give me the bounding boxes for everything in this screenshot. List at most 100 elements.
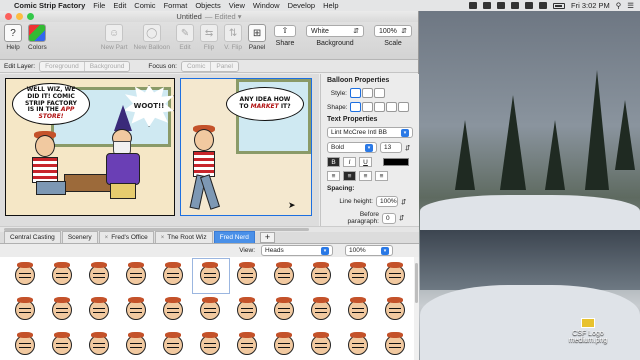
font-size-field[interactable]: 13 [380, 142, 402, 153]
clock[interactable]: Fri 3:02 PM [571, 1, 610, 10]
tab-freds-office[interactable]: × Fred's Office [98, 231, 154, 243]
head-thumbnail[interactable] [156, 329, 192, 360]
head-thumbnail[interactable] [156, 294, 192, 328]
menu-app-name[interactable]: Comic Strip Factory [14, 1, 85, 10]
menu-view[interactable]: View [229, 1, 245, 10]
head-thumbnail[interactable] [156, 259, 192, 293]
edit-button[interactable]: ✎ Edit [176, 24, 195, 51]
speech-balloon-2[interactable]: ANY IDEA HOW TO MARKET IT? [226, 87, 304, 121]
text-color-well[interactable] [383, 158, 409, 166]
head-thumbnail[interactable] [45, 329, 81, 360]
comic-panel-2[interactable]: ANY IDEA HOW TO MARKET IT? [180, 78, 312, 216]
search-icon[interactable]: ⚲ [616, 1, 622, 10]
head-thumbnail[interactable] [119, 329, 155, 360]
head-thumbnail[interactable] [8, 329, 44, 360]
v-flip-button[interactable]: ⇅ V. Flip [224, 24, 243, 51]
balloon-style-thought[interactable] [362, 88, 373, 98]
menu-help[interactable]: Help [323, 1, 338, 10]
stepper-icon[interactable]: ⇵ [405, 144, 410, 152]
panel-segment[interactable]: Panel [211, 61, 238, 71]
close-button[interactable] [5, 13, 12, 20]
new-part-button[interactable]: ☺ New Part [101, 24, 128, 51]
align-right-button[interactable]: ≡ [359, 171, 372, 181]
head-thumbnail[interactable] [341, 259, 377, 293]
head-thumbnail[interactable] [341, 294, 377, 328]
head-thumbnail[interactable] [304, 294, 340, 328]
balloon-shape-round[interactable] [362, 102, 373, 112]
head-thumbnail[interactable] [82, 294, 118, 328]
zoom-button[interactable] [27, 13, 34, 20]
dropbox-icon[interactable] [483, 2, 491, 9]
balloon-style-whisper[interactable] [374, 88, 385, 98]
head-thumbnail[interactable] [119, 294, 155, 328]
head-thumbnail[interactable] [45, 294, 81, 328]
head-thumbnail[interactable] [8, 294, 44, 328]
speech-balloon-1[interactable]: WELL WIZ, WE DID IT! COMIC STRIP FACTORY… [12, 83, 90, 125]
head-thumbnail[interactable] [304, 329, 340, 360]
add-tab-button[interactable]: + [259, 232, 276, 243]
tab-scenery[interactable]: Scenery [61, 231, 98, 243]
library-zoom-select[interactable]: 100% ▾ [345, 245, 393, 256]
head-thumbnail[interactable] [230, 259, 266, 293]
wifi-icon[interactable] [525, 2, 533, 9]
head-thumbnail[interactable] [267, 294, 303, 328]
balloon-shape-rounded-rect[interactable] [386, 102, 397, 112]
new-balloon-button[interactable]: ◯ New Balloon [134, 24, 170, 51]
comic-segment[interactable]: Comic [181, 61, 212, 71]
head-thumbnail[interactable] [82, 329, 118, 360]
font-name-select[interactable]: Lint McCree Intl BB ▾ [327, 127, 413, 138]
scale-select[interactable]: 100% ⇵ [374, 25, 412, 37]
background-segment[interactable]: Background [84, 61, 130, 71]
list-icon[interactable]: ☰ [627, 1, 634, 10]
head-thumbnail[interactable] [378, 329, 414, 360]
desktop-file-icon[interactable]: CSF Logo medium.png [568, 318, 608, 344]
balloon-shape-oval[interactable] [350, 102, 361, 112]
head-thumbnail[interactable] [192, 258, 230, 294]
menu-window[interactable]: Window [253, 1, 280, 10]
background-select[interactable]: White ⇵ [306, 25, 364, 37]
head-thumbnail[interactable] [378, 259, 414, 293]
font-weight-select[interactable]: Bold ▾ [327, 142, 377, 153]
head-thumbnail[interactable] [230, 329, 266, 360]
comic-canvas[interactable]: WELL WIZ, WE DID IT! COMIC STRIP FACTORY… [0, 74, 319, 226]
balloon-style-speech[interactable] [350, 88, 361, 98]
menu-file[interactable]: File [93, 1, 105, 10]
timemachine-icon[interactable] [497, 2, 505, 9]
comic-panel-1[interactable]: WELL WIZ, WE DID IT! COMIC STRIP FACTORY… [5, 78, 175, 216]
tab-the-root-wiz[interactable]: × The Root Wiz [154, 231, 213, 243]
italic-button[interactable]: I [343, 157, 356, 167]
panel-button[interactable]: ⊞ Panel [248, 24, 267, 51]
head-thumbnail[interactable] [341, 329, 377, 360]
align-center-button[interactable]: ≡ [343, 171, 356, 181]
display-icon[interactable] [469, 2, 477, 9]
head-thumbnail[interactable] [193, 329, 229, 360]
stepper-icon[interactable]: ⇵ [399, 214, 404, 222]
menu-comic[interactable]: Comic [134, 1, 155, 10]
head-thumbnail[interactable] [304, 259, 340, 293]
align-left-button[interactable]: ≡ [327, 171, 340, 181]
tab-central-casting[interactable]: Central Casting [4, 231, 61, 243]
share-button[interactable]: ⇧ Share [274, 25, 296, 47]
gallery-vertical-scrollbar[interactable] [414, 257, 419, 360]
menu-edit[interactable]: Edit [113, 1, 126, 10]
stepper-icon[interactable]: ⇵ [401, 198, 406, 206]
help-button[interactable]: ? Help [4, 24, 22, 51]
line-height-field[interactable]: 100% [376, 196, 398, 207]
head-thumbnail[interactable] [267, 329, 303, 360]
balloon-shape-rect[interactable] [374, 102, 385, 112]
head-thumbnail[interactable] [8, 259, 44, 293]
head-thumbnail[interactable] [45, 259, 81, 293]
underline-button[interactable]: U [359, 157, 372, 167]
head-thumbnail[interactable] [193, 294, 229, 328]
close-icon[interactable]: × [161, 235, 165, 241]
colors-button[interactable]: Colors [28, 24, 47, 51]
head-thumbnail[interactable] [119, 259, 155, 293]
head-thumbnail[interactable] [230, 294, 266, 328]
foreground-segment[interactable]: Foreground [40, 61, 85, 71]
battery-icon[interactable] [553, 2, 565, 9]
menu-develop[interactable]: Develop [288, 1, 316, 10]
flip-button[interactable]: ⇆ Flip [200, 24, 219, 51]
minimize-button[interactable] [16, 13, 23, 20]
before-paragraph-field[interactable]: 0 [382, 212, 396, 224]
volume-icon[interactable] [539, 2, 547, 9]
